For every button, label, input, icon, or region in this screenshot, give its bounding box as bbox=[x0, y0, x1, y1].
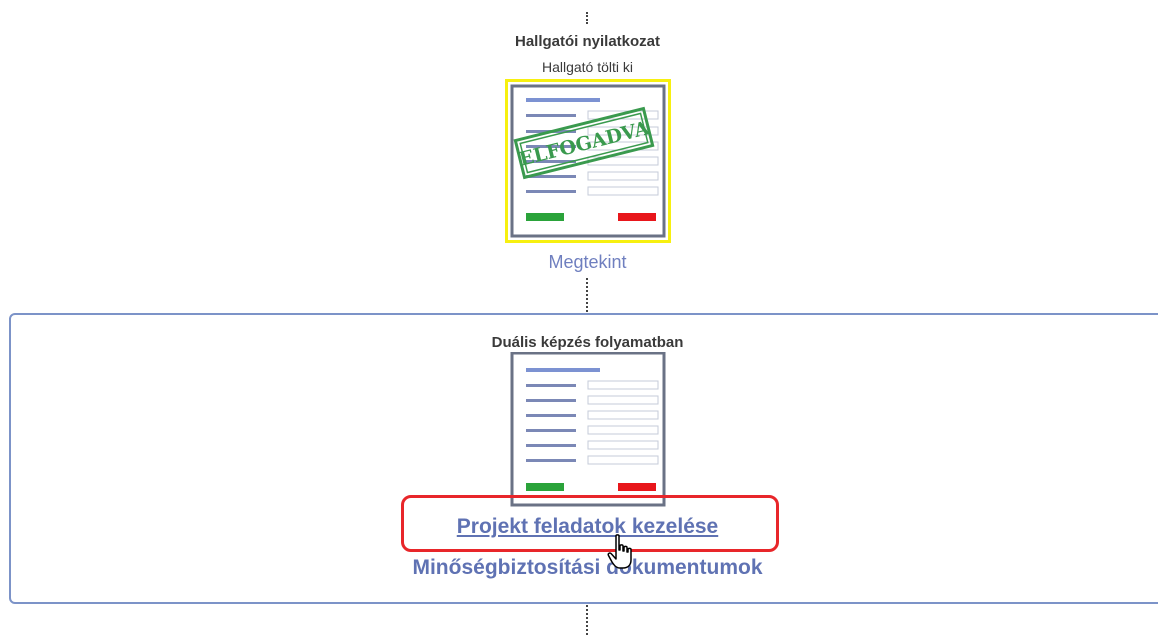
step-title-student-declaration: Hallgatói nyilatkozat bbox=[514, 33, 661, 50]
step-subtitle: Hallgató tölti ki bbox=[541, 59, 634, 75]
document-icon[interactable] bbox=[508, 352, 668, 507]
project-tasks-link[interactable]: Projekt feladatok kezelése bbox=[457, 515, 718, 538]
project-link-row: Projekt feladatok kezelése bbox=[0, 515, 1158, 539]
document-icon-approved[interactable]: ELFOGADVA bbox=[504, 78, 672, 244]
connector-bottom bbox=[586, 605, 590, 635]
view-link-row: Megtekint bbox=[0, 252, 1158, 273]
quality-link-row: Minőségbiztosítási dokumentumok bbox=[0, 556, 1158, 580]
step-title-dual-training: Duális képzés folyamatban bbox=[491, 334, 684, 351]
hand-pointer-icon bbox=[607, 533, 637, 576]
quality-documents-link[interactable]: Minőségbiztosítási dokumentumok bbox=[412, 556, 762, 579]
connector-top bbox=[586, 12, 590, 24]
connector-middle bbox=[586, 278, 590, 312]
view-link[interactable]: Megtekint bbox=[548, 252, 626, 272]
